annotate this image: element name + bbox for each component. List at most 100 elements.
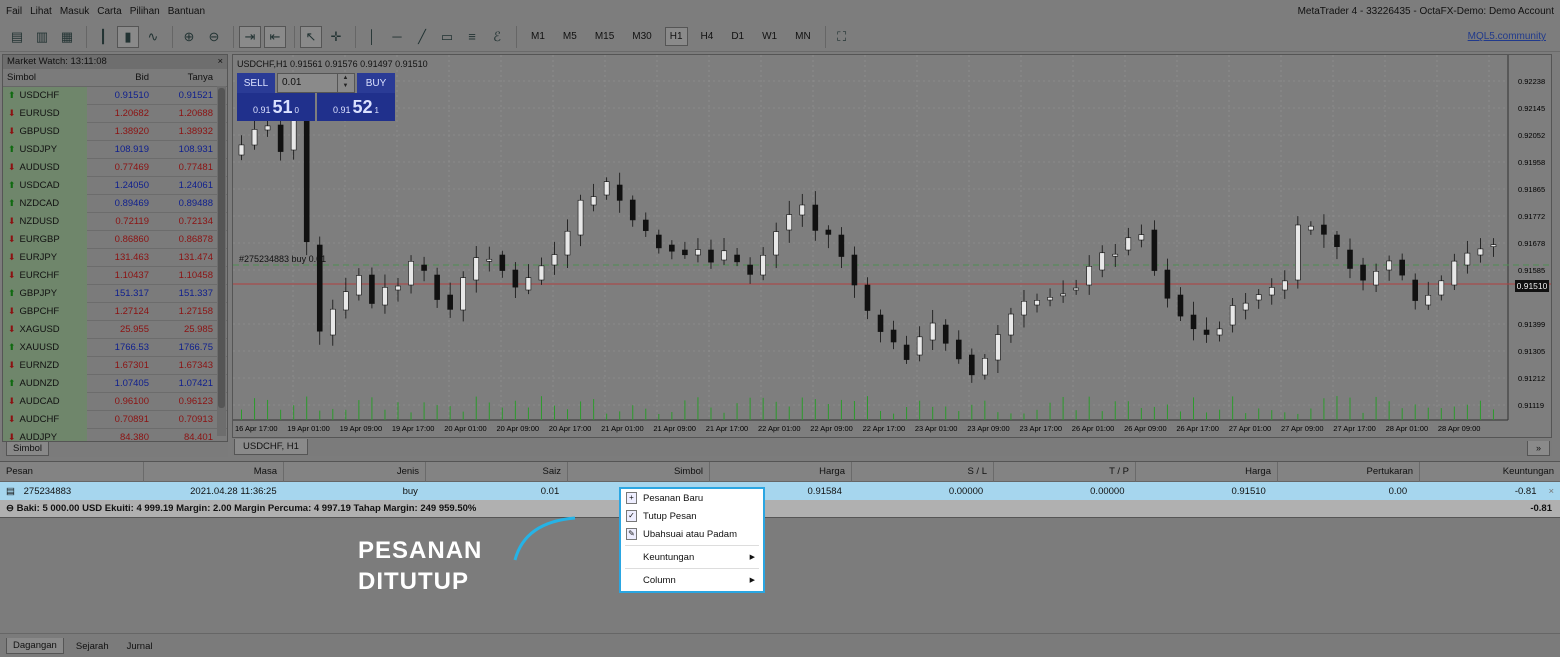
new-chart-icon[interactable]: ▤	[6, 26, 28, 48]
arrow-down-icon: ⬇	[8, 234, 16, 244]
market-watch-row[interactable]: ⬇ EURUSD 1.20682 1.20688	[3, 104, 227, 123]
candlestick-icon[interactable]: ▮	[117, 25, 139, 48]
trendline-icon[interactable]: ╱	[411, 26, 433, 48]
menu-file[interactable]: Fail	[6, 6, 22, 17]
terminal-columns: Pesan Masa Jenis Saiz Simbol Harga S / L…	[0, 461, 1560, 482]
elliott-icon[interactable]: ℰ	[486, 26, 508, 48]
market-watch-row[interactable]: ⬇ AUDCHF 0.70891 0.70913	[3, 410, 227, 429]
window-title: MetaTrader 4 - 33226435 - OctaFX-Demo: D…	[1297, 6, 1554, 17]
bar-chart-icon[interactable]: ┃	[92, 26, 114, 48]
candle-body	[277, 124, 284, 152]
market-watch-row[interactable]: ⬇ GBPCHF 1.27124 1.27158	[3, 302, 227, 321]
cursor-icon[interactable]: ↖	[300, 25, 322, 48]
fullscreen-icon[interactable]: ⛶	[831, 26, 853, 48]
vertical-line-icon[interactable]: │	[361, 26, 383, 48]
market-watch-row[interactable]: ⬇ XAGUSD 25.955 25.985	[3, 320, 227, 339]
timeframe-d1[interactable]: D1	[726, 27, 749, 46]
zoom-out-icon[interactable]: ⊖	[203, 26, 225, 48]
menu-charts[interactable]: Carta	[97, 6, 121, 17]
market-watch-row[interactable]: ⬆ USDCHF 0.91510 0.91521	[3, 86, 227, 105]
candle-body	[708, 249, 714, 263]
market-watch-row[interactable]: ⬆ NZDCAD 0.89469 0.89488	[3, 194, 227, 213]
profiles-icon[interactable]: ▥	[31, 26, 53, 48]
market-watch-rows: ⬆ USDCHF 0.91510 0.91521 ⬇ EURUSD 1.20682 1.206…	[3, 86, 227, 447]
market-watch-row[interactable]: ⬇ NZDUSD 0.72119 0.72134	[3, 212, 227, 231]
tab-history[interactable]: Sejarah	[70, 639, 115, 654]
line-chart-icon[interactable]: ∿	[142, 26, 164, 48]
market-watch-row[interactable]: ⬇ AUDUSD 0.77469 0.77481	[3, 158, 227, 177]
tab-scroll-icon[interactable]: »	[1526, 441, 1550, 456]
market-watch-row[interactable]: ⬇ GBPUSD 1.38920 1.38932	[3, 122, 227, 141]
close-order-menu-icon: ✓	[626, 510, 637, 522]
tab-usdchf-h1[interactable]: USDCHF, H1	[234, 439, 308, 455]
candle-body	[251, 129, 258, 146]
horizontal-line-icon[interactable]: ─	[386, 26, 408, 48]
submenu-arrow-icon: ▶	[749, 554, 755, 561]
menu-options[interactable]: Pilihan	[130, 6, 160, 17]
candle-body	[1229, 305, 1236, 326]
lot-stepper[interactable]: ▲ ▼	[337, 74, 353, 92]
market-watch-row[interactable]: ⬇ EURCHF 1.10437 1.10458	[3, 266, 227, 285]
menu-view[interactable]: Lihat	[30, 6, 52, 17]
time-axis-label: 23 Apr 17:00	[1020, 424, 1063, 433]
order-row[interactable]: ▤ 275234883 2021.04.28 11:36:25 buy 0.01…	[0, 482, 1560, 500]
market-watch-row[interactable]: ⬇ EURNZD 1.67301 1.67343	[3, 356, 227, 375]
menu-new-order[interactable]: + Pesanan Baru	[621, 489, 763, 507]
sell-price-box[interactable]: 0.91 51 0	[237, 93, 315, 121]
market-watch-row[interactable]: ⬇ EURGBP 0.86860 0.86878	[3, 230, 227, 249]
time-axis-label: 23 Apr 09:00	[967, 424, 1010, 433]
menu-modify-delete[interactable]: ✎ Ubahsuai atau Padam	[621, 525, 763, 543]
timeframe-h4[interactable]: H4	[696, 27, 719, 46]
price-axis-label: 0.91958	[1518, 158, 1545, 167]
candle-body	[329, 308, 336, 336]
market-watch-row[interactable]: ⬇ EURJPY 131.463 131.474	[3, 248, 227, 267]
text-label-icon[interactable]: ▭	[436, 26, 458, 48]
market-watch-icon[interactable]: ▦	[56, 26, 78, 48]
candle-body	[995, 334, 1001, 361]
close-icon[interactable]: ×	[217, 56, 223, 68]
chart-window[interactable]: 0.92238 0.92145 0.92052 0.91958 0.91865 0.917…	[232, 54, 1552, 438]
market-watch-row[interactable]: ⬆ AUDNZD 1.07405 1.07421	[3, 374, 227, 393]
menu-insert[interactable]: Masuk	[60, 6, 89, 17]
chart-shift-icon[interactable]: ⇤	[264, 25, 286, 48]
close-order-icon[interactable]: ×	[1542, 486, 1560, 497]
buy-price-box[interactable]: 0.91 52 1	[317, 93, 395, 121]
timeframe-mn[interactable]: MN	[790, 27, 816, 46]
menu-profit[interactable]: Keuntungan ▶	[621, 548, 763, 566]
market-watch-row[interactable]: ⬆ USDCAD 1.24050 1.24061	[3, 176, 227, 195]
market-watch-row[interactable]: ⬆ GBPJPY 151.317 151.337	[3, 284, 227, 303]
menu-close-order[interactable]: ✓ Tutup Pesan	[621, 507, 763, 525]
sell-button[interactable]: SELL	[237, 73, 275, 93]
timeframe-h1[interactable]: H1	[664, 27, 688, 46]
candle-body	[395, 285, 401, 291]
candle-body	[1281, 280, 1288, 291]
crosshair-icon[interactable]: ✛	[325, 26, 347, 48]
market-watch-row[interactable]: ⬆ XAUUSD 1766.53 1766.75	[3, 338, 227, 357]
current-price-tag: 0.91510	[1515, 280, 1549, 292]
mql5-community-link[interactable]: MQL5.community	[1468, 31, 1546, 42]
tab-symbols[interactable]: Simbol	[6, 442, 50, 456]
candle-body	[538, 265, 545, 281]
menu-column[interactable]: Column ▶	[621, 571, 763, 589]
timeframe-m5[interactable]: M5	[558, 27, 582, 46]
tab-trade[interactable]: Dagangan	[6, 638, 64, 654]
timeframe-m30[interactable]: M30	[627, 27, 656, 46]
timeframe-m15[interactable]: M15	[590, 27, 619, 46]
timeframe-m1[interactable]: M1	[526, 27, 550, 46]
candle-body	[1060, 293, 1066, 297]
zoom-in-icon[interactable]: ⊕	[178, 26, 200, 48]
time-axis-label: 22 Apr 17:00	[863, 424, 906, 433]
buy-button[interactable]: BUY	[357, 73, 395, 93]
arrow-down-icon: ⬇	[8, 162, 16, 172]
chart-tabs: USDCHF, H1 »	[232, 439, 1552, 456]
autoscroll-icon[interactable]: ⇥	[239, 25, 261, 48]
fibonacci-icon[interactable]: ≡	[461, 26, 483, 48]
candle-body	[851, 254, 858, 286]
timeframe-w1[interactable]: W1	[757, 27, 782, 46]
market-watch-scrollbar[interactable]	[217, 86, 226, 436]
market-watch-row[interactable]: ⬆ USDJPY 108.919 108.931	[3, 140, 227, 159]
tab-journal[interactable]: Jurnal	[121, 639, 159, 654]
menu-help[interactable]: Bantuan	[168, 6, 205, 17]
market-watch-row[interactable]: ⬇ AUDCAD 0.96100 0.96123	[3, 392, 227, 411]
candle-body	[1412, 279, 1419, 301]
